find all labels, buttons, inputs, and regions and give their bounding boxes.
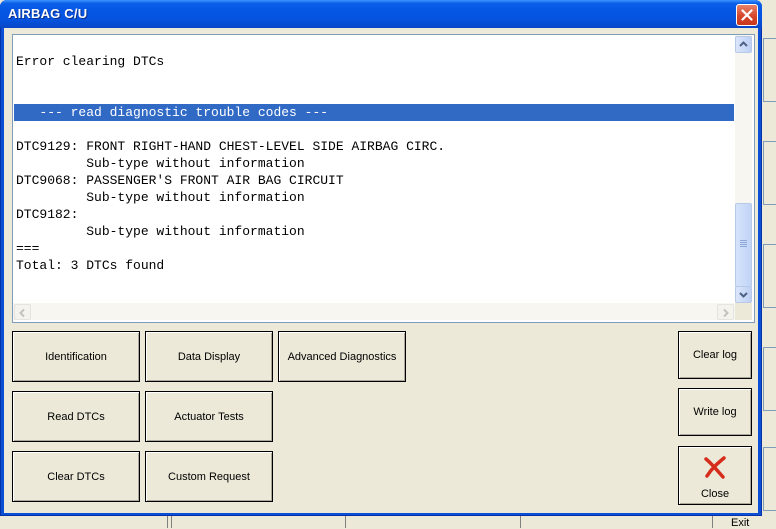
background-exit-label[interactable]: Exit: [731, 517, 749, 529]
clear-log-button-label: Clear log: [692, 349, 738, 361]
custom-request-button-label: Custom Request: [168, 470, 250, 483]
close-button[interactable]: Close: [678, 446, 752, 505]
actuator-tests-button-label: Actuator Tests: [174, 410, 244, 423]
log-panel[interactable]: Error clearing DTCs --- read diagnostic …: [12, 34, 755, 323]
data-display-button-label: Data Display: [177, 350, 241, 363]
title-bar[interactable]: AIRBAG C/U: [0, 0, 762, 28]
horizontal-scrollbar[interactable]: [13, 303, 735, 320]
advanced-diagnostics-button[interactable]: Advanced Diagnostics: [278, 331, 406, 382]
identification-button[interactable]: Identification: [12, 331, 140, 382]
log-line: Sub-type without information: [16, 156, 305, 171]
scroll-left-button[interactable]: [14, 304, 31, 320]
log-line: Total: 3 DTCs found: [16, 258, 165, 273]
write-log-button[interactable]: Write log: [678, 388, 752, 436]
clear-dtcs-button-label: Clear DTCs: [47, 470, 105, 483]
scroll-thumb[interactable]: [735, 203, 752, 287]
log-line: DTC9182:: [16, 207, 79, 222]
chevron-up-icon: [739, 41, 748, 47]
close-button-label: Close: [700, 488, 730, 500]
write-log-button-label: Write log: [693, 406, 737, 418]
red-x-icon: [704, 456, 726, 479]
scroll-corner: [735, 303, 752, 320]
background-tab: [763, 141, 776, 205]
chevron-down-icon: [739, 292, 748, 298]
scroll-right-button[interactable]: [717, 304, 734, 320]
chevron-left-icon: [19, 308, 25, 318]
airbag-window: AIRBAG C/U Error clearing DTCs --- read …: [0, 0, 762, 516]
log-line: DTC9068: PASSENGER'S FRONT AIR BAG CIRCU…: [16, 173, 344, 188]
clear-log-button[interactable]: Clear log: [678, 331, 752, 379]
actuator-tests-button[interactable]: Actuator Tests: [145, 391, 273, 442]
clear-dtcs-button[interactable]: Clear DTCs: [12, 451, 140, 502]
background-tab: [763, 244, 776, 308]
grip-line: [740, 246, 747, 247]
log-line: ===: [16, 241, 40, 256]
log-line: Sub-type without information: [16, 190, 305, 205]
grip-line: [740, 244, 747, 245]
log-line: DTC9129: FRONT RIGHT-HAND CHEST-LEVEL SI…: [16, 139, 446, 154]
grip-line: [740, 242, 747, 243]
custom-request-button[interactable]: Custom Request: [145, 451, 273, 502]
vertical-scrollbar[interactable]: [735, 35, 752, 303]
log-line-selected[interactable]: --- read diagnostic trouble codes ---: [14, 104, 734, 121]
window-client-area: Error clearing DTCs --- read diagnostic …: [4, 28, 758, 513]
background-tab: [763, 447, 776, 511]
close-x-icon: [741, 9, 753, 21]
read-dtcs-button[interactable]: Read DTCs: [12, 391, 140, 442]
log-line: Sub-type without information: [16, 224, 305, 239]
background-tab: [763, 347, 776, 411]
window-close-button[interactable]: [736, 4, 758, 26]
scroll-up-button[interactable]: [735, 36, 752, 53]
chevron-right-icon: [723, 308, 729, 318]
identification-button-label: Identification: [45, 350, 107, 363]
window-title: AIRBAG C/U: [8, 6, 88, 21]
grip-line: [740, 240, 747, 241]
background-tab: [763, 38, 776, 102]
read-dtcs-button-label: Read DTCs: [47, 410, 105, 423]
scroll-down-button[interactable]: [735, 286, 752, 303]
data-display-button[interactable]: Data Display: [145, 331, 273, 382]
log-text-area[interactable]: Error clearing DTCs --- read diagnostic …: [13, 35, 735, 303]
advanced-diagnostics-button-label: Advanced Diagnostics: [287, 350, 397, 363]
log-line: Error clearing DTCs: [16, 54, 165, 69]
